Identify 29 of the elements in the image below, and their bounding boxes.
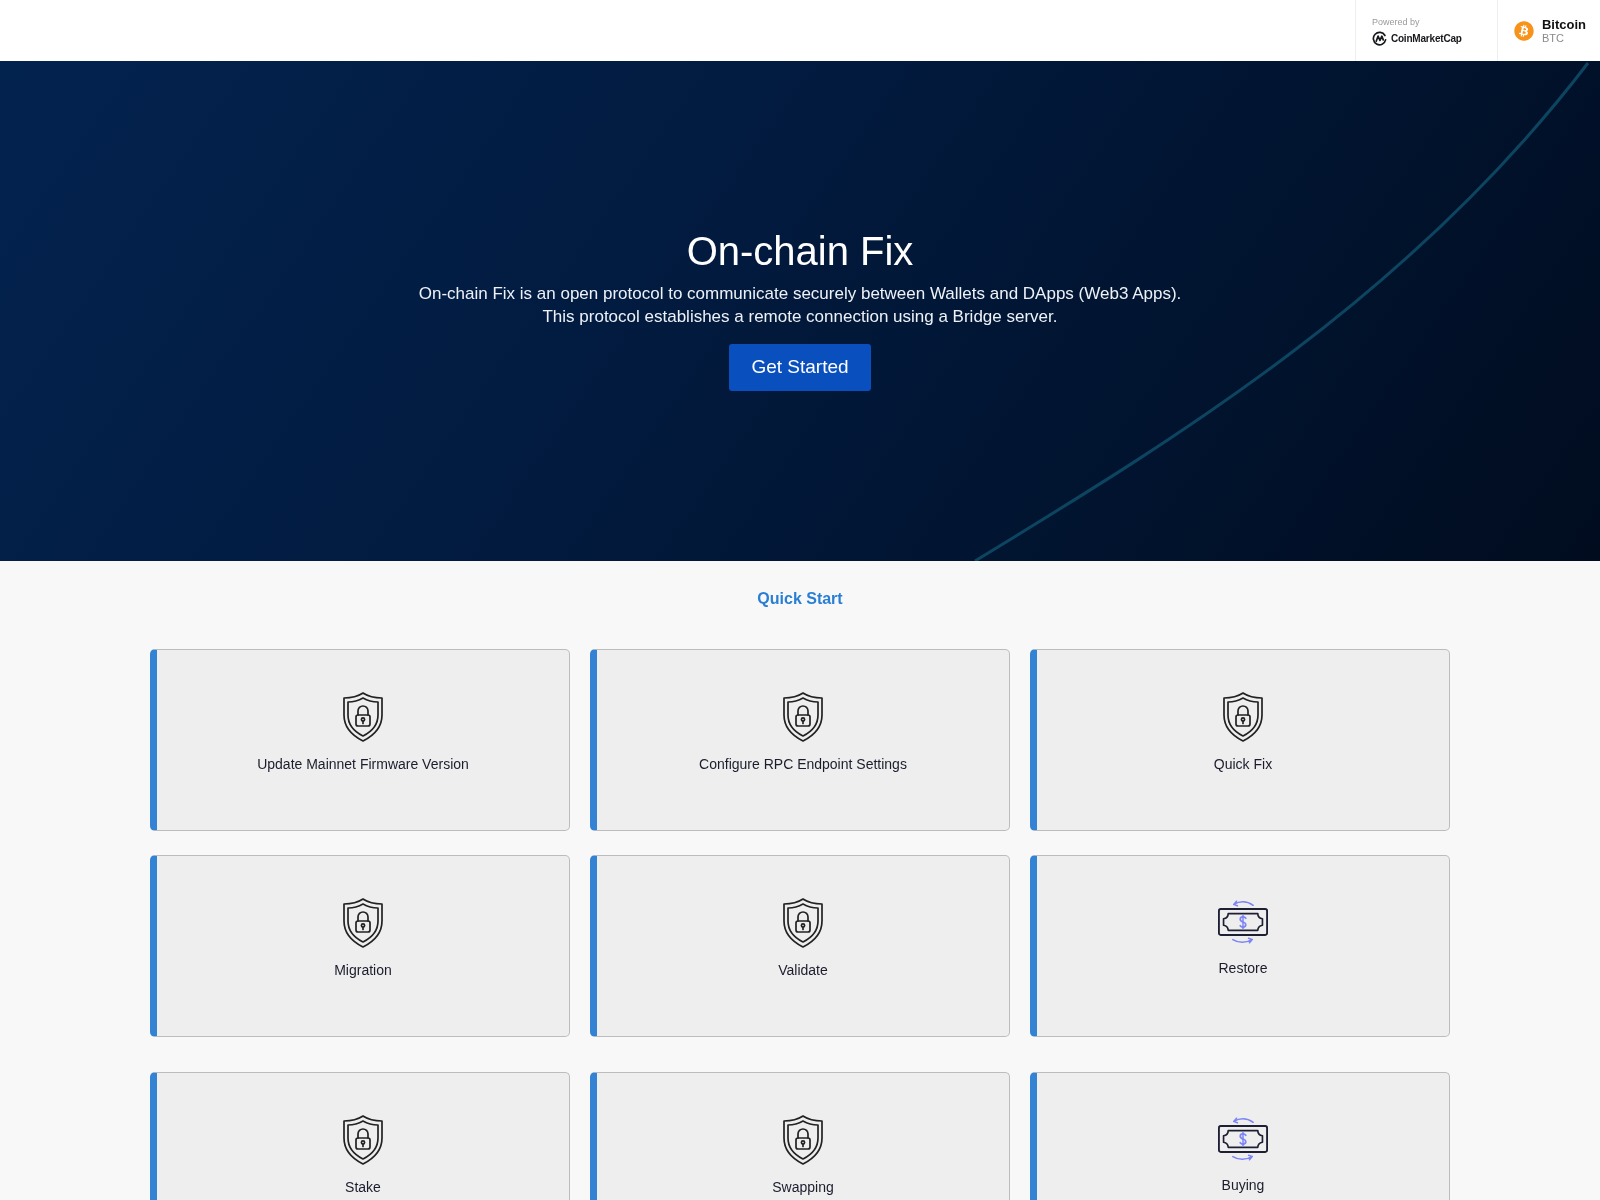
quick-start-card[interactable]: Quick Fix — [1030, 649, 1450, 831]
shield-lock-icon — [780, 692, 826, 742]
banknote-exchange-icon — [1218, 1115, 1268, 1163]
quick-start-card[interactable]: Migration — [150, 855, 570, 1037]
shield-lock-icon — [340, 692, 386, 742]
quick-start-card[interactable]: Stake — [150, 1072, 570, 1200]
section-title: Quick Start — [757, 589, 843, 609]
powered-by-label: Powered by — [1371, 15, 1421, 28]
quick-start-card[interactable]: Configure RPC Endpoint Settings — [590, 649, 1010, 831]
shield-lock-icon — [1220, 692, 1266, 742]
quick-start-card[interactable]: Swapping — [590, 1072, 1010, 1200]
coin-symbol: BTC — [1541, 31, 1565, 45]
shield-lock-icon — [340, 1115, 386, 1165]
hero-description: On-chain Fix is an open protocol to communicate securely between Wallets and DApps (Web3 Apps). — [418, 283, 1182, 305]
coin-name: Bitcoin — [1541, 16, 1586, 32]
brand-name: CoinMarketCap — [1390, 31, 1462, 46]
bitcoin-icon — [1513, 20, 1534, 41]
quick-start-card[interactable]: Buying — [1030, 1072, 1450, 1200]
hero-description: This protocol establishes a remote connection using a Bridge server. — [542, 306, 1058, 328]
banknote-exchange-icon — [1218, 898, 1268, 946]
hero-title: On-chain Fix — [686, 228, 914, 275]
shield-lock-icon — [780, 898, 826, 948]
quick-start-card[interactable]: Update Mainnet Firmware Version — [150, 649, 570, 831]
quick-start-card[interactable]: Restore — [1030, 855, 1450, 1037]
get-started-button[interactable]: Get Started — [729, 344, 871, 391]
logo-icon — [1371, 30, 1387, 46]
shield-lock-icon — [780, 1115, 826, 1165]
shield-lock-icon — [340, 898, 386, 948]
quick-start-card[interactable]: Validate — [590, 855, 1010, 1037]
